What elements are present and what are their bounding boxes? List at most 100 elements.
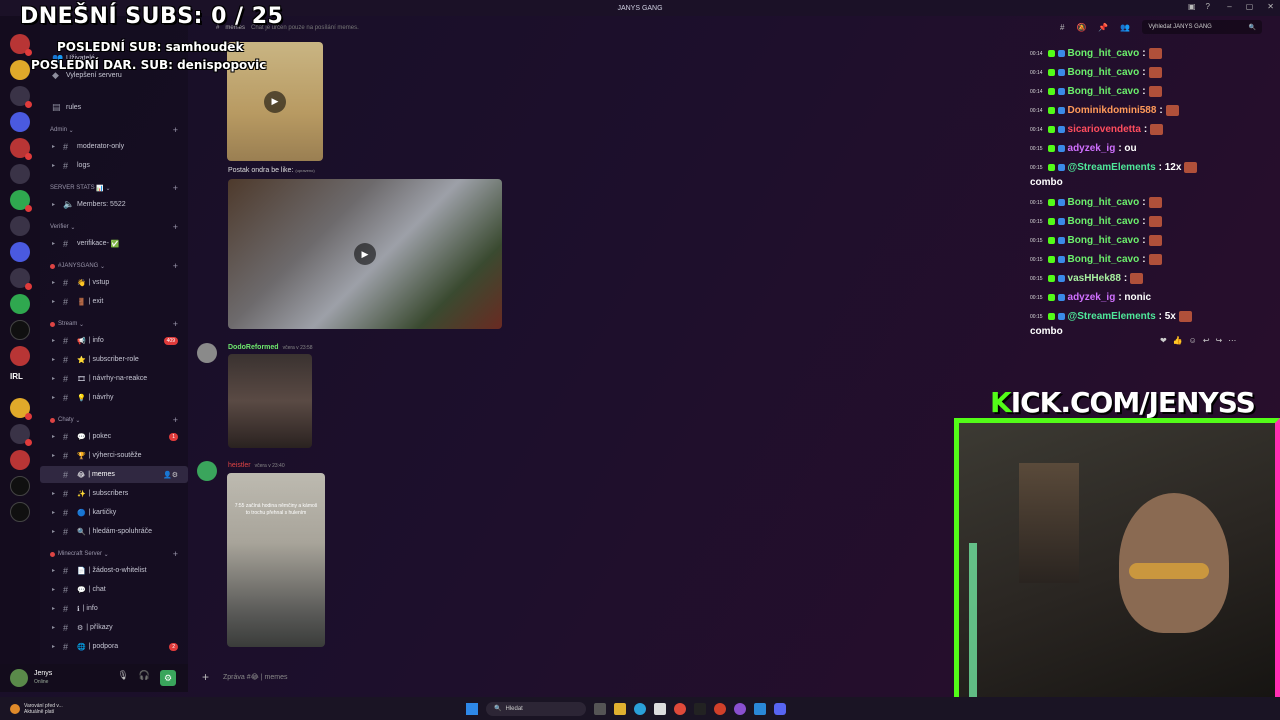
- minimize-button[interactable]: –: [1227, 2, 1231, 11]
- add-channel-icon[interactable]: +: [173, 125, 178, 135]
- server-icon[interactable]: [10, 424, 32, 446]
- user-settings-button[interactable]: ⚙: [160, 670, 176, 686]
- server-icon[interactable]: [10, 294, 30, 314]
- add-server-icon[interactable]: [10, 476, 30, 496]
- play-icon[interactable]: ▶: [354, 243, 376, 265]
- message-input[interactable]: Zpráva #😂 | memes: [223, 673, 287, 681]
- channel-verifikace[interactable]: ▸ # verifikace- ✅: [40, 235, 188, 252]
- add-channel-icon[interactable]: +: [173, 415, 178, 425]
- channel-zadost-o-whitelist[interactable]: ▸ # 📄 | žádost-o-whitelist: [40, 562, 188, 579]
- task-view-icon[interactable]: [594, 702, 606, 715]
- members-icon[interactable]: 👥: [1120, 23, 1130, 32]
- chrome-icon[interactable]: [674, 702, 686, 715]
- avatar[interactable]: [197, 343, 217, 363]
- channel-vstup[interactable]: ▸ # 👋 | vstup: [40, 274, 188, 291]
- message-composer[interactable]: + Zpráva #😂 | memes: [188, 664, 954, 690]
- discord-server-icon[interactable]: [10, 242, 30, 262]
- server-icon[interactable]: [10, 164, 30, 184]
- video-attachment[interactable]: 7:55 začíná hodina němčiny a kámoš to tr…: [227, 473, 325, 647]
- channel-karticky[interactable]: ▸ # 🔵 | kartičky: [40, 504, 188, 521]
- add-channel-icon[interactable]: +: [173, 549, 178, 559]
- category-janysgang[interactable]: #JANYSGANG ⌄ +: [40, 260, 188, 272]
- file-explorer-icon[interactable]: [614, 702, 626, 715]
- chat-message: 00:14 Bong_hit_cavo:: [1030, 82, 1270, 101]
- channel-subscriber-role[interactable]: ▸ # ⭐ | subscriber-role: [40, 351, 188, 368]
- server-icon[interactable]: [10, 346, 30, 366]
- server-icon[interactable]: [10, 268, 32, 290]
- server-icon[interactable]: [10, 450, 30, 470]
- app-icon[interactable]: [734, 702, 746, 715]
- category-server-stats[interactable]: SERVER STATS 📊 ⌄ +: [40, 182, 188, 194]
- chat-username: adyzek_ig: [1067, 143, 1116, 154]
- channel-chat[interactable]: ▸ # 💬 | chat: [40, 581, 188, 598]
- channel-memes[interactable]: # 😂 | memes 👤⚙: [40, 466, 188, 483]
- add-channel-icon[interactable]: +: [173, 183, 178, 193]
- channel-subscribers[interactable]: ▸ # ✨ | subscribers: [40, 485, 188, 502]
- add-channel-icon[interactable]: +: [173, 261, 178, 271]
- mute-icon[interactable]: 🔕: [1076, 23, 1086, 32]
- category-stream[interactable]: Stream ⌄ +: [40, 318, 188, 330]
- server-icon[interactable]: [10, 398, 32, 420]
- maximize-button[interactable]: ▢: [1246, 2, 1254, 11]
- channel-pokec[interactable]: ▸ # 💬 | pokec 1: [40, 428, 188, 445]
- store-icon[interactable]: [654, 702, 666, 715]
- category-verifier[interactable]: Verifier ⌄ +: [40, 221, 188, 233]
- server-icon[interactable]: [10, 60, 30, 80]
- channel-members-count[interactable]: ▸ 🔈 Members: 5522: [40, 196, 188, 213]
- category-minecraft[interactable]: Minecraft Server ⌄ +: [40, 548, 188, 560]
- channel-logs[interactable]: ▸ # logs: [40, 157, 188, 174]
- discord-icon[interactable]: [774, 702, 786, 715]
- video-attachment[interactable]: ▶: [228, 179, 502, 329]
- image-attachment[interactable]: [228, 354, 312, 448]
- add-channel-icon[interactable]: +: [173, 222, 178, 232]
- avatar[interactable]: [10, 669, 28, 687]
- chat-message: 00:15 adyzek_ig: ou: [1030, 139, 1270, 158]
- channel-hledam-spoluhrace[interactable]: ▸ # 🔍 | hledám-spoluhráče: [40, 523, 188, 540]
- badge-icon: [1057, 275, 1065, 282]
- search-input[interactable]: Vyhledat JANYS GANG 🔍: [1142, 20, 1263, 34]
- badge-icon: [1057, 294, 1065, 301]
- category-admin[interactable]: Admin ⌄ +: [40, 124, 188, 136]
- app-icon[interactable]: [754, 702, 766, 715]
- app-icon[interactable]: [714, 702, 726, 715]
- explore-icon[interactable]: [10, 502, 30, 522]
- irl-server-icon[interactable]: IRL: [10, 372, 30, 392]
- message-author[interactable]: DodoReformed: [228, 344, 279, 351]
- avatar[interactable]: [197, 461, 217, 481]
- pin-icon[interactable]: 📌: [1098, 23, 1108, 32]
- server-icon[interactable]: [10, 190, 32, 212]
- channel-rules[interactable]: ▤ rules: [40, 99, 188, 116]
- taskbar-search[interactable]: 🔍 Hledat: [486, 701, 586, 716]
- channel-prikazy[interactable]: ▸ # ⚙ | příkazy: [40, 619, 188, 636]
- close-button[interactable]: ✕: [1267, 2, 1274, 11]
- server-icon[interactable]: [10, 112, 30, 132]
- weather-widget[interactable]: Varování před v... Aktuálně platí: [10, 703, 63, 715]
- threads-icon[interactable]: #: [1060, 23, 1064, 32]
- channel-moderator-only[interactable]: ▸ # moderator-only: [40, 138, 188, 155]
- add-attachment-icon[interactable]: +: [202, 670, 209, 684]
- kick-server-icon[interactable]: [10, 320, 30, 340]
- channel-navrhy[interactable]: ▸ # 💡 | návrhy: [40, 389, 188, 406]
- inbox-icon[interactable]: ▣: [1188, 2, 1196, 11]
- channel-mc-info[interactable]: ▸ # ℹ | info: [40, 600, 188, 617]
- channel-info[interactable]: ▸ # 📢 | info 409: [40, 332, 188, 349]
- microphone-icon[interactable]: 🎙: [117, 670, 128, 686]
- terminal-icon[interactable]: [694, 702, 706, 715]
- server-icon[interactable]: [10, 86, 32, 108]
- channel-navrhy-na-reakce[interactable]: ▸ # 🎞 | návrhy-na-reakce: [40, 370, 188, 387]
- play-icon[interactable]: ▶: [264, 90, 286, 113]
- help-icon[interactable]: ?: [1206, 2, 1210, 11]
- windows-start-icon[interactable]: [466, 702, 478, 715]
- headphones-icon[interactable]: 🎧: [139, 670, 150, 686]
- channel-vyherci-souteze[interactable]: ▸ # 🏆 | výherci-soutěže: [40, 447, 188, 464]
- add-channel-icon[interactable]: +: [173, 319, 178, 329]
- edge-icon[interactable]: [634, 702, 646, 715]
- channel-exit[interactable]: ▸ # 🚪 | exit: [40, 293, 188, 310]
- server-icon[interactable]: [10, 138, 32, 160]
- server-icon[interactable]: [10, 34, 32, 56]
- channel-podpora[interactable]: ▸ # 🌐 | podpora 2: [40, 638, 188, 655]
- server-icon[interactable]: [10, 216, 30, 236]
- settings-icon[interactable]: 👤⚙: [163, 471, 178, 479]
- category-chaty[interactable]: Chaty ⌄ +: [40, 414, 188, 426]
- message-author[interactable]: heistler: [228, 462, 251, 469]
